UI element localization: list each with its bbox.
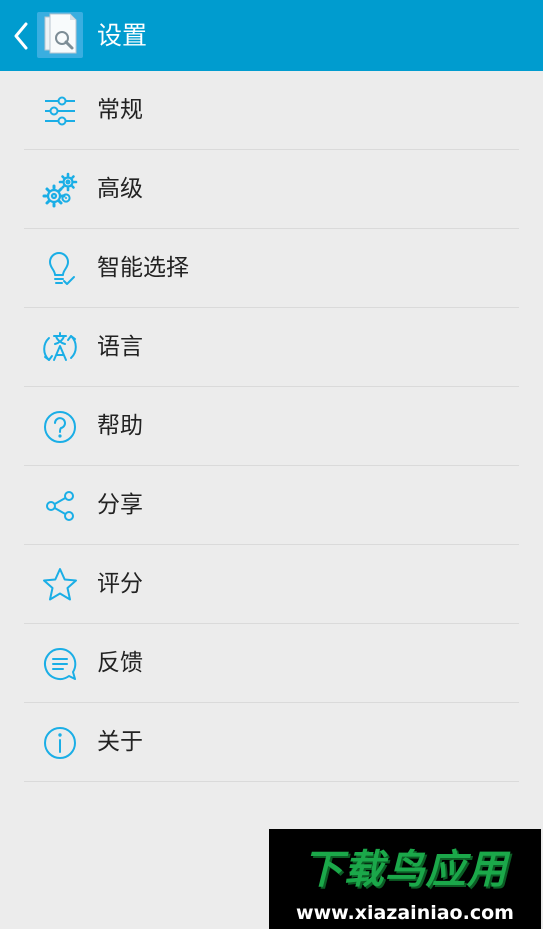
menu-item-general[interactable]: 常规: [0, 71, 543, 150]
menu-item-help[interactable]: 帮助: [0, 387, 543, 466]
menu-item-share[interactable]: 分享: [0, 466, 543, 545]
page-title: 设置: [97, 21, 148, 50]
app-icon: [37, 12, 83, 58]
menu-item-rate[interactable]: 评分: [0, 545, 543, 624]
translate-icon: [43, 332, 77, 361]
menu-item-about[interactable]: 关于: [0, 703, 543, 782]
menu-item-advanced[interactable]: 高级: [0, 150, 543, 229]
menu-item-feedback[interactable]: 反馈: [0, 624, 543, 703]
watermark-banner: 下载鸟应用 www.xiazainiao.com: [269, 829, 541, 929]
menu-item-label: 反馈: [97, 650, 143, 676]
menu-item-label: 常规: [97, 97, 143, 123]
menu-item-label: 评分: [97, 571, 143, 597]
menu-item-label: 分享: [97, 492, 143, 518]
document-search-icon: [44, 13, 77, 54]
menu-item-label: 关于: [97, 729, 143, 755]
info-circle-icon: [44, 727, 76, 759]
feedback-bubble-icon: [44, 647, 77, 680]
gears-icon: [42, 172, 78, 208]
menu-item-label: 语言: [97, 334, 143, 360]
menu-item-label: 帮助: [97, 413, 143, 439]
question-circle-icon: [44, 411, 76, 443]
lightbulb-icon: [49, 252, 75, 285]
menu-item-label: 高级: [97, 176, 143, 202]
star-icon: [43, 568, 77, 601]
watermark-url: www.xiazainiao.com: [296, 902, 514, 924]
menu-item-smart-select[interactable]: 智能选择: [0, 229, 543, 308]
settings-list: 常规 高级 智能选择 语言 帮助 分享 评分 反馈 关于: [0, 71, 543, 782]
chevron-left-icon: [14, 22, 28, 50]
sliders-icon: [45, 96, 75, 126]
menu-item-language[interactable]: 语言: [0, 308, 543, 387]
share-icon: [46, 491, 74, 521]
watermark-brand: 下载鸟应用: [302, 847, 508, 893]
divider: [24, 781, 519, 782]
menu-item-label: 智能选择: [97, 255, 189, 281]
back-button[interactable]: [8, 18, 34, 54]
app-bar: 设置: [0, 0, 543, 71]
